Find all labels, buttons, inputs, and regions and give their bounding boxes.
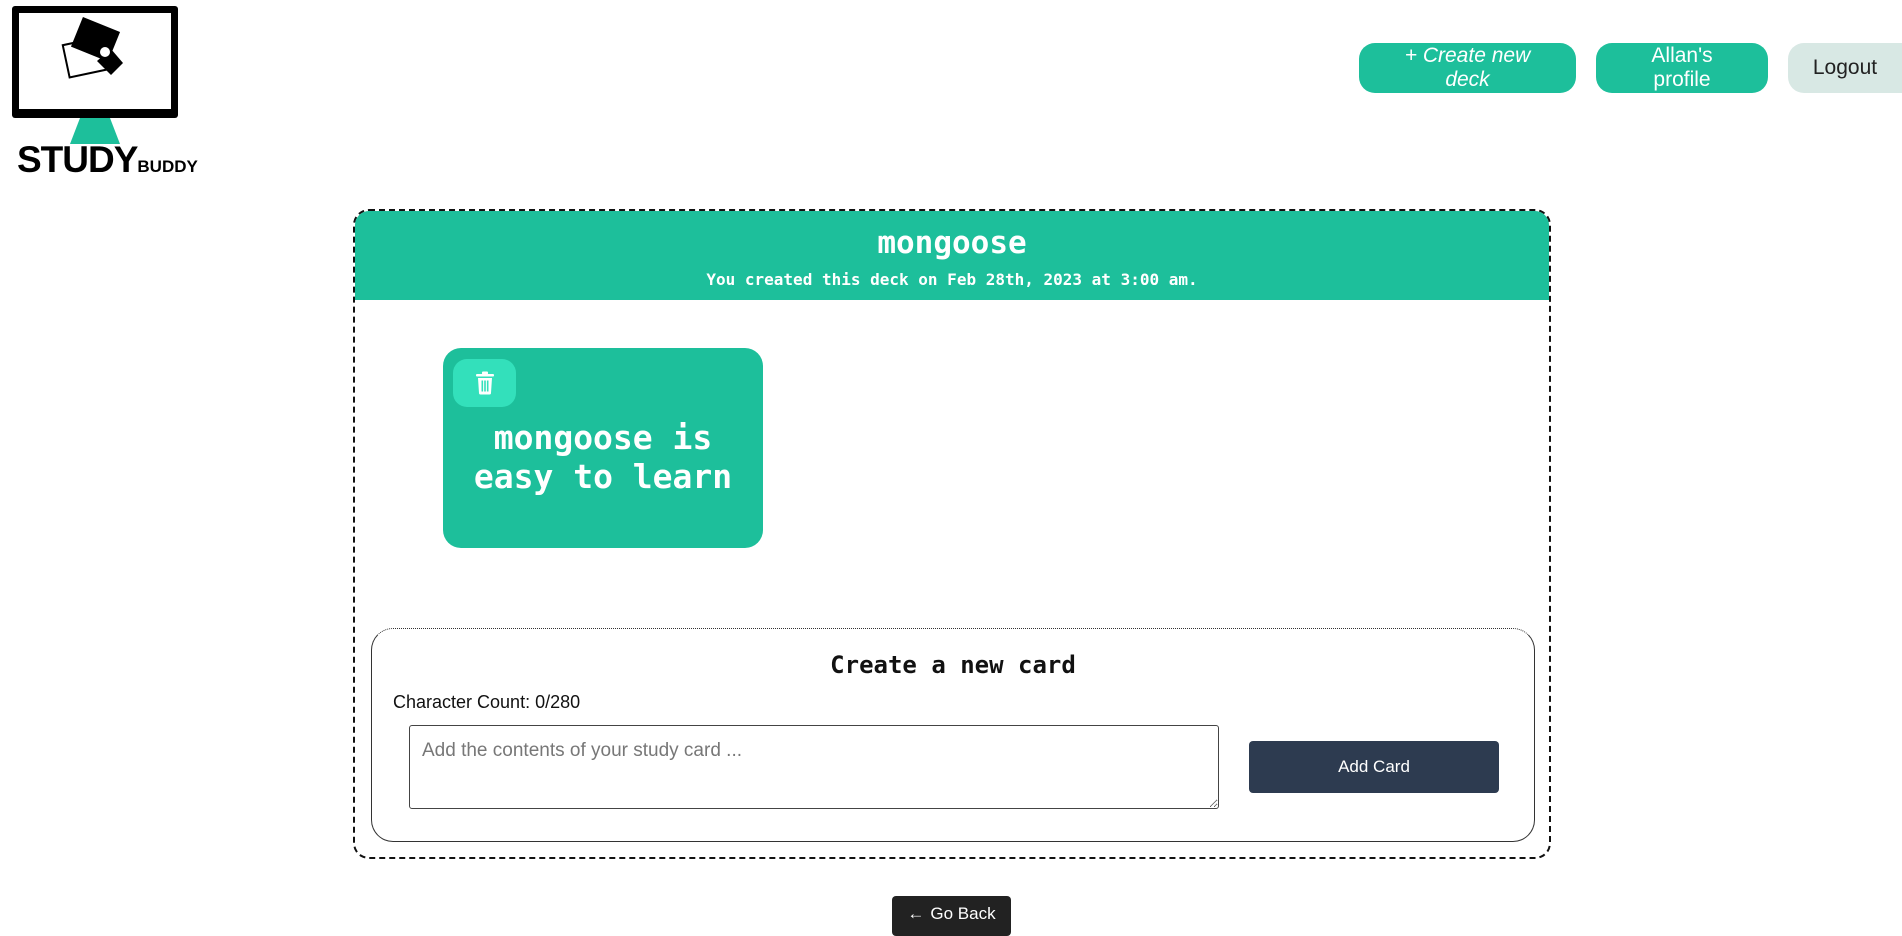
logo-text-study: STUDY	[17, 139, 138, 180]
logo-text-buddy: BUDDY	[137, 157, 198, 176]
logo-wordmark: STUDYBUDDY	[17, 139, 198, 181]
deck-title: mongoose	[877, 225, 1027, 261]
trash-icon	[475, 371, 494, 395]
character-count: Character Count: 0/280	[393, 692, 581, 712]
go-back-button[interactable]: ← Go Back	[892, 896, 1011, 936]
top-nav: + Create new deck Allan's profile Logout	[1359, 43, 1902, 93]
go-back-label: Go Back	[930, 904, 996, 923]
deck-created-date: You created this deck on Feb 28th, 2023 …	[706, 270, 1198, 289]
cards-hand-icon	[61, 16, 123, 79]
logo-screen	[19, 13, 171, 109]
deck-header: mongoose You created this deck on Feb 28…	[355, 211, 1549, 300]
study-card-text: mongoose is easy to learn	[473, 418, 733, 496]
delete-card-button[interactable]	[453, 359, 516, 407]
profile-button[interactable]: Allan's profile	[1596, 43, 1768, 93]
arrow-left-icon: ←	[907, 904, 925, 923]
logout-button[interactable]: Logout	[1788, 43, 1902, 93]
create-card-form: Create a new card Character Count: 0/280…	[371, 628, 1535, 842]
create-new-deck-button[interactable]: + Create new deck	[1359, 43, 1576, 93]
card-content-input[interactable]	[409, 725, 1219, 809]
study-card[interactable]: mongoose is easy to learn	[443, 348, 763, 548]
add-card-button[interactable]: Add Card	[1249, 741, 1499, 793]
create-card-title: Create a new card	[830, 651, 1076, 679]
deck-container: mongoose You created this deck on Feb 28…	[353, 209, 1551, 859]
study-buddy-logo[interactable]: STUDYBUDDY	[12, 6, 212, 180]
monitor-icon	[12, 6, 178, 118]
